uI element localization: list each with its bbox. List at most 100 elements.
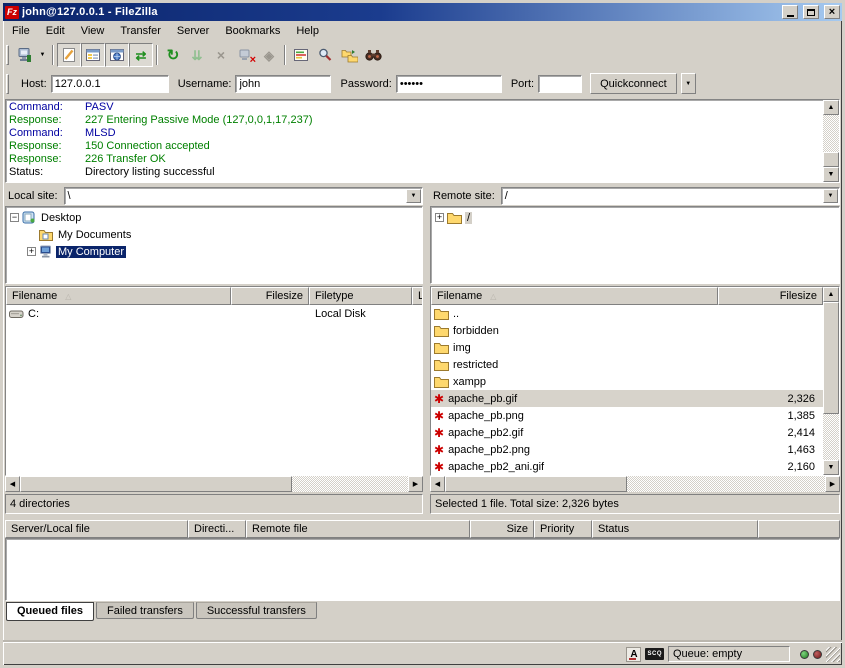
remote-vscroll-thumb[interactable] (823, 302, 839, 414)
tree-item-my-documents[interactable]: My Documents (6, 226, 422, 243)
menu-transfer[interactable]: Transfer (112, 22, 169, 40)
queue-col-size[interactable]: Size (470, 520, 534, 538)
tree-item-desktop[interactable]: − Desktop (6, 209, 422, 226)
menu-edit[interactable]: Edit (38, 22, 73, 40)
remote-tree-icon (109, 47, 125, 63)
find-files-button[interactable] (361, 43, 385, 67)
site-manager-dropdown[interactable]: ▼ (36, 43, 49, 67)
toggle-local-tree-button[interactable] (81, 43, 105, 67)
host-input[interactable] (51, 75, 169, 93)
log-scroll-track[interactable] (823, 115, 839, 152)
log-scroll-thumb[interactable] (823, 152, 839, 167)
refresh-button[interactable]: ↻ (161, 43, 185, 67)
collapse-icon[interactable]: − (10, 213, 19, 222)
username-input[interactable] (235, 75, 331, 93)
remote-folder-row[interactable]: img (431, 339, 823, 356)
close-icon: × (829, 7, 835, 18)
queue-body[interactable] (5, 538, 840, 601)
process-queue-button[interactable]: ⇊ (185, 43, 209, 67)
scroll-right-icon[interactable]: ▶ (408, 476, 423, 492)
tree-item-root[interactable]: + / (431, 209, 839, 226)
scroll-down-icon[interactable]: ▼ (823, 460, 839, 475)
disconnect-button[interactable]: × (233, 43, 257, 67)
log-scrollbar[interactable]: ▲ ▼ (823, 100, 839, 182)
tab-successful-transfers[interactable]: Successful transfers (196, 602, 317, 619)
title-bar[interactable]: Fz john@127.0.0.1 - FileZilla × (3, 3, 842, 21)
password-input[interactable] (396, 75, 502, 93)
transfer-queue-icon: ⇄ (136, 49, 147, 62)
resize-grip[interactable] (826, 647, 840, 662)
remote-folder-row[interactable]: .. (431, 305, 823, 322)
menu-bookmarks[interactable]: Bookmarks (217, 22, 288, 40)
tree-item-my-computer[interactable]: + My Computer (6, 243, 422, 260)
menu-server[interactable]: Server (169, 22, 217, 40)
local-col-lastmodified[interactable]: L (412, 287, 422, 305)
queue-col-direction[interactable]: Directi... (188, 520, 246, 538)
remote-vertical-scrollbar[interactable]: ▲ ▼ (823, 287, 839, 475)
scroll-left-icon[interactable]: ◀ (430, 476, 445, 492)
remote-file-row[interactable]: ✱apache_pb2.gif 2,414 (431, 424, 823, 441)
filename-filters-button[interactable] (313, 43, 337, 67)
remote-file-row-selected[interactable]: ✱apache_pb.gif 2,326 (431, 390, 823, 407)
expand-icon[interactable]: + (435, 213, 444, 222)
queue-col-remote-file[interactable]: Remote file (246, 520, 470, 538)
remote-file-row[interactable]: ✱apache_pb.png 1,385 (431, 407, 823, 424)
remote-horizontal-scrollbar[interactable]: ◀ ▶ (430, 476, 840, 492)
maximize-button[interactable] (803, 5, 819, 19)
remote-hscroll-track[interactable] (445, 476, 825, 492)
remote-file-row[interactable]: ✱apache_pb2.png 1,463 (431, 441, 823, 458)
scroll-right-icon[interactable]: ▶ (825, 476, 840, 492)
menu-file[interactable]: File (4, 22, 38, 40)
log-line: Response:226 Transfer OK (6, 153, 823, 166)
local-horizontal-scrollbar[interactable]: ◀ ▶ (5, 476, 423, 492)
remote-hscroll-thumb[interactable] (445, 476, 627, 492)
remote-col-filename[interactable]: Filename △ (431, 287, 718, 305)
minimize-button[interactable] (782, 5, 798, 19)
reconnect-button[interactable]: ◈ (257, 43, 281, 67)
expand-icon[interactable]: + (27, 247, 36, 256)
menu-help[interactable]: Help (288, 22, 327, 40)
queue-col-status[interactable]: Status (592, 520, 758, 538)
toggle-remote-tree-button[interactable] (105, 43, 129, 67)
quickconnect-dropdown[interactable]: ▼ (681, 73, 696, 94)
menu-view[interactable]: View (73, 22, 113, 40)
port-input[interactable] (538, 75, 582, 93)
remote-vscroll-track[interactable] (823, 414, 839, 460)
local-file-row[interactable]: C: Local Disk (6, 305, 422, 322)
remote-folder-row[interactable]: xampp (431, 373, 823, 390)
toggle-transfer-queue-button[interactable]: ⇄ (129, 43, 153, 67)
tab-failed-transfers[interactable]: Failed transfers (96, 602, 194, 619)
synchronized-browsing-button[interactable] (337, 43, 361, 67)
chevron-down-icon[interactable]: ▼ (406, 189, 421, 203)
local-site-combo[interactable]: \ ▼ (64, 187, 423, 205)
folder-icon (434, 342, 449, 354)
local-hscroll-track[interactable] (20, 476, 408, 492)
scroll-down-icon[interactable]: ▼ (823, 167, 839, 182)
toggle-message-log-button[interactable] (57, 43, 81, 67)
local-col-filesize[interactable]: Filesize (231, 287, 309, 305)
minimize-icon (787, 15, 794, 17)
site-manager-button[interactable] (12, 43, 36, 67)
remote-folder-row[interactable]: forbidden (431, 322, 823, 339)
local-site-value: \ (65, 188, 405, 204)
queue-col-server-local-file[interactable]: Server/Local file (5, 520, 188, 538)
remote-site-combo[interactable]: / ▼ (501, 187, 840, 205)
remote-col-filesize[interactable]: Filesize (718, 287, 823, 305)
tab-queued-files[interactable]: Queued files (6, 602, 94, 621)
scroll-left-icon[interactable]: ◀ (5, 476, 20, 492)
remote-file-row[interactable]: ✱apache_pb2_ani.gif 2,160 (431, 458, 823, 475)
scroll-up-icon[interactable]: ▲ (823, 287, 839, 302)
remote-status-text: Selected 1 file. Total size: 2,326 bytes (430, 494, 840, 514)
desktop-icon (22, 211, 36, 224)
scroll-up-icon[interactable]: ▲ (823, 100, 839, 115)
queue-col-priority[interactable]: Priority (534, 520, 592, 538)
remote-folder-row[interactable]: restricted (431, 356, 823, 373)
local-col-filename[interactable]: Filename △ (6, 287, 231, 305)
quickconnect-button[interactable]: Quickconnect (590, 73, 677, 94)
cancel-operation-button[interactable]: × (209, 43, 233, 67)
local-col-filetype[interactable]: Filetype (309, 287, 412, 305)
chevron-down-icon[interactable]: ▼ (823, 189, 838, 203)
local-hscroll-thumb[interactable] (20, 476, 292, 492)
directory-comparison-button[interactable] (289, 43, 313, 67)
close-button[interactable]: × (824, 5, 840, 19)
